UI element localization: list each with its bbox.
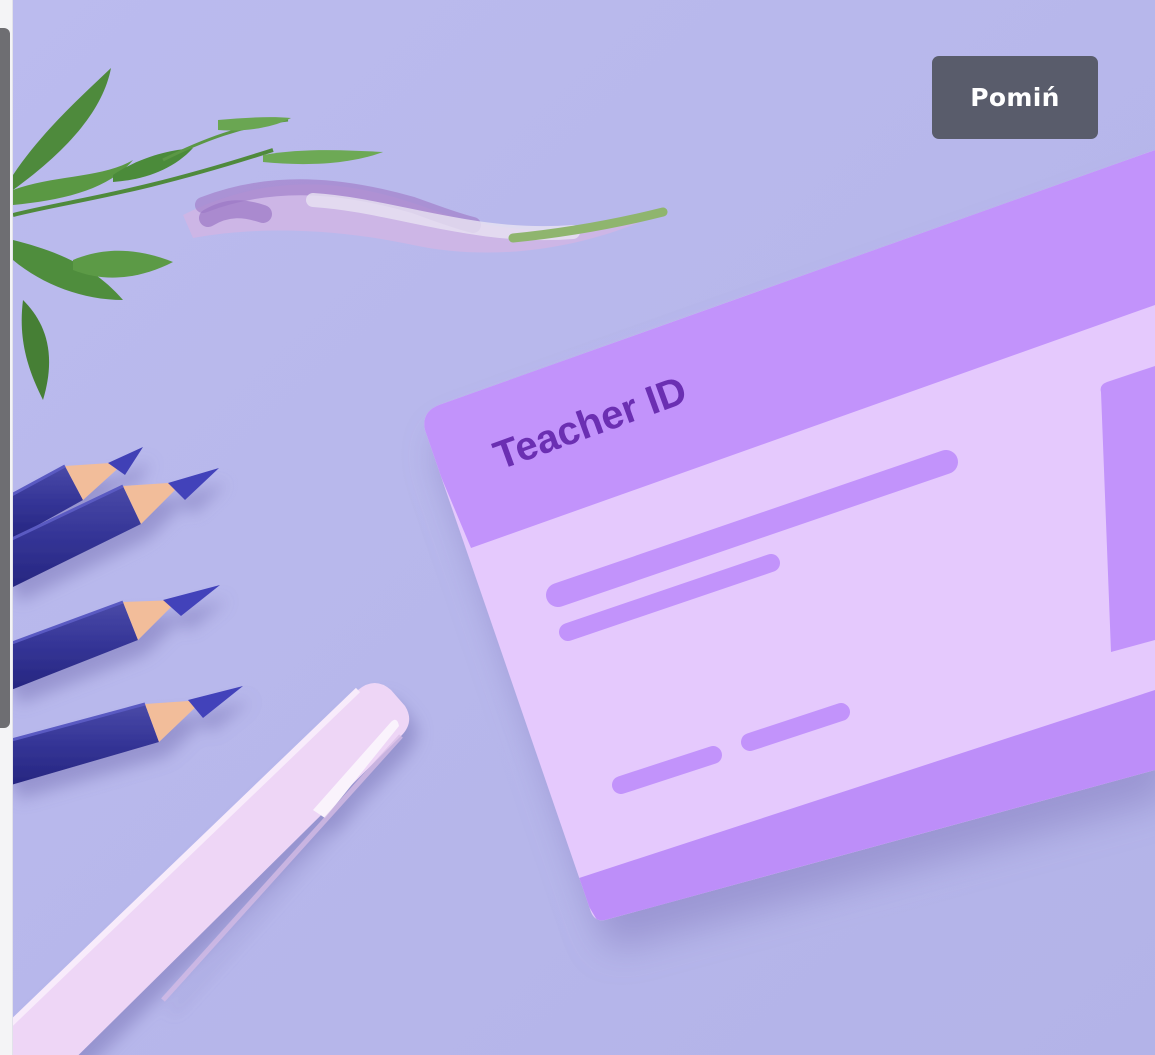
- skip-button[interactable]: Pomiń: [932, 56, 1098, 139]
- left-edge-panel: [0, 0, 13, 1055]
- onboarding-screen: Teacher ID Pomiń: [0, 0, 1155, 1055]
- scrollbar-thumb[interactable]: [0, 28, 10, 728]
- onboarding-illustration: Teacher ID: [13, 0, 1155, 1055]
